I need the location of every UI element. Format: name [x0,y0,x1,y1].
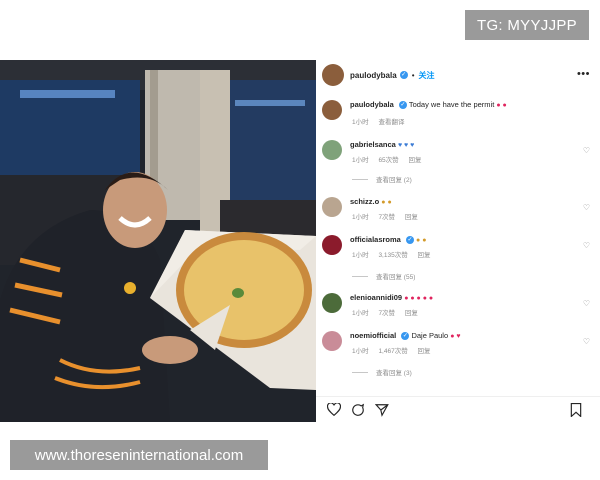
heart-icon[interactable]: ♡ [583,241,590,250]
view-replies[interactable]: 查看回复 (2) [352,174,412,184]
view-replies-label[interactable]: 查看回复 (2) [376,174,412,184]
emoji-icon: ● ● ● ● ● [404,295,434,302]
comment-item: gabrielsanca ♥ ♥ ♥ 1小时 65次赞 回复 ♡ 查看回复 (2… [322,140,594,190]
post-actions-bar [316,396,600,422]
watermark-bottom: www.thoreseninternational.com [10,440,268,470]
verified-icon: ✓ [398,101,407,110]
comment-likes[interactable]: 1,467次赞 [378,348,407,355]
comment-item: schizz.o ● ● 1小时 7次赞 回复 ♡ [322,197,594,227]
comment-time[interactable]: 1小时 [352,348,369,355]
comment-username[interactable]: schizz.o [350,197,379,206]
comment-meta: 1小时 65次赞 回复 [352,154,429,164]
verified-icon: ✓ [401,332,410,341]
caption: paulodybala ✓ Today we have the permit ●… [322,100,594,130]
caption-text: Today we have the permit [408,100,495,109]
comment-username[interactable]: elenioannidi09 [350,293,402,302]
caption-time[interactable]: 1小时 [352,119,369,126]
emoji-icon: ♥ ♥ ♥ [397,142,415,149]
heart-icon[interactable]: ♡ [583,299,590,308]
comment-time[interactable]: 1小时 [352,310,369,317]
comment-meta: 1小时 3,135次赞 回复 [352,249,439,259]
emoji-icon: ● ● [496,102,507,109]
comment-username[interactable]: noemiofficial [350,331,396,340]
screenshot-page: TG: MYYJJPP paulodybala ✓ • 关注 ••• paulo… [0,0,600,480]
verified-icon: ✓ [405,236,414,245]
comment-time[interactable]: 1小时 [352,252,369,259]
avatar[interactable] [322,64,344,86]
comment-item: officialasroma ✓ ● ● 1小时 3,135次赞 回复 ♡ 查看… [322,235,594,285]
comment-item: noemiofficial ✓ Daje Paulo ● ♥ 1小时 1,467… [322,331,594,383]
follow-button[interactable]: 关注 [419,70,435,81]
comment-time[interactable]: 1小时 [352,157,369,164]
view-replies[interactable]: 查看回复 (3) [352,367,412,377]
reply-button[interactable]: 回复 [418,348,431,355]
comment-username[interactable]: gabrielsanca [350,140,396,149]
more-options-icon[interactable]: ••• [577,68,590,80]
reply-button[interactable]: 回复 [405,214,418,221]
post-photo-illustration [0,60,316,422]
view-replies-label[interactable]: 查看回复 (55) [376,271,415,281]
comment-text: Daje Paulo [411,331,449,340]
comment-likes[interactable]: 7次赞 [378,214,395,221]
emoji-icon: ● ● [381,199,392,206]
caption-meta: 1小时 查看翻译 [352,116,412,126]
instagram-post: paulodybala ✓ • 关注 ••• paulodybala ✓ Tod… [0,60,600,422]
comment-username[interactable]: officialasroma [350,235,401,244]
avatar[interactable] [322,140,342,160]
divider [352,178,368,180]
emoji-icon: ● ● [416,237,427,244]
comments-panel: paulodybala ✓ • 关注 ••• paulodybala ✓ Tod… [316,60,600,422]
see-translation-link[interactable]: 查看翻译 [378,119,404,126]
avatar[interactable] [322,235,342,255]
reply-button[interactable]: 回复 [408,157,421,164]
reply-button[interactable]: 回复 [405,310,418,317]
view-replies[interactable]: 查看回复 (55) [352,271,415,281]
comment-time[interactable]: 1小时 [352,214,369,221]
verified-icon: ✓ [399,71,408,79]
divider [352,371,368,373]
comment-item: elenioannidi09 ● ● ● ● ● 1小时 7次赞 回复 ♡ [322,293,594,323]
view-replies-label[interactable]: 查看回复 (3) [376,367,412,377]
post-photo[interactable] [0,60,316,422]
comment-likes[interactable]: 65次赞 [378,157,398,164]
reply-button[interactable]: 回复 [418,252,431,259]
avatar[interactable] [322,331,342,351]
comment-likes[interactable]: 7次赞 [378,310,395,317]
post-username[interactable]: paulodybala [350,71,397,80]
heart-icon[interactable]: ♡ [583,146,590,155]
divider [352,275,368,277]
post-header: paulodybala ✓ • 关注 ••• [316,60,600,90]
heart-icon[interactable] [326,402,342,418]
avatar[interactable] [322,197,342,217]
heart-icon[interactable]: ♡ [583,337,590,346]
comment-icon[interactable] [350,402,366,418]
heart-icon[interactable]: ♡ [583,203,590,212]
caption-username[interactable]: paulodybala [350,100,394,109]
share-icon[interactable] [374,402,390,418]
bookmark-icon[interactable] [568,402,584,418]
watermark-top: TG: MYYJJPP [465,10,589,40]
avatar[interactable] [322,293,342,313]
comment-meta: 1小时 7次赞 回复 [352,211,426,221]
comment-meta: 1小时 1,467次赞 回复 [352,345,439,355]
comment-likes[interactable]: 3,135次赞 [378,252,407,259]
emoji-icon: ● ♥ [450,333,461,340]
comment-meta: 1小时 7次赞 回复 [352,307,426,317]
separator-dot: • [411,70,415,80]
avatar[interactable] [322,100,342,120]
